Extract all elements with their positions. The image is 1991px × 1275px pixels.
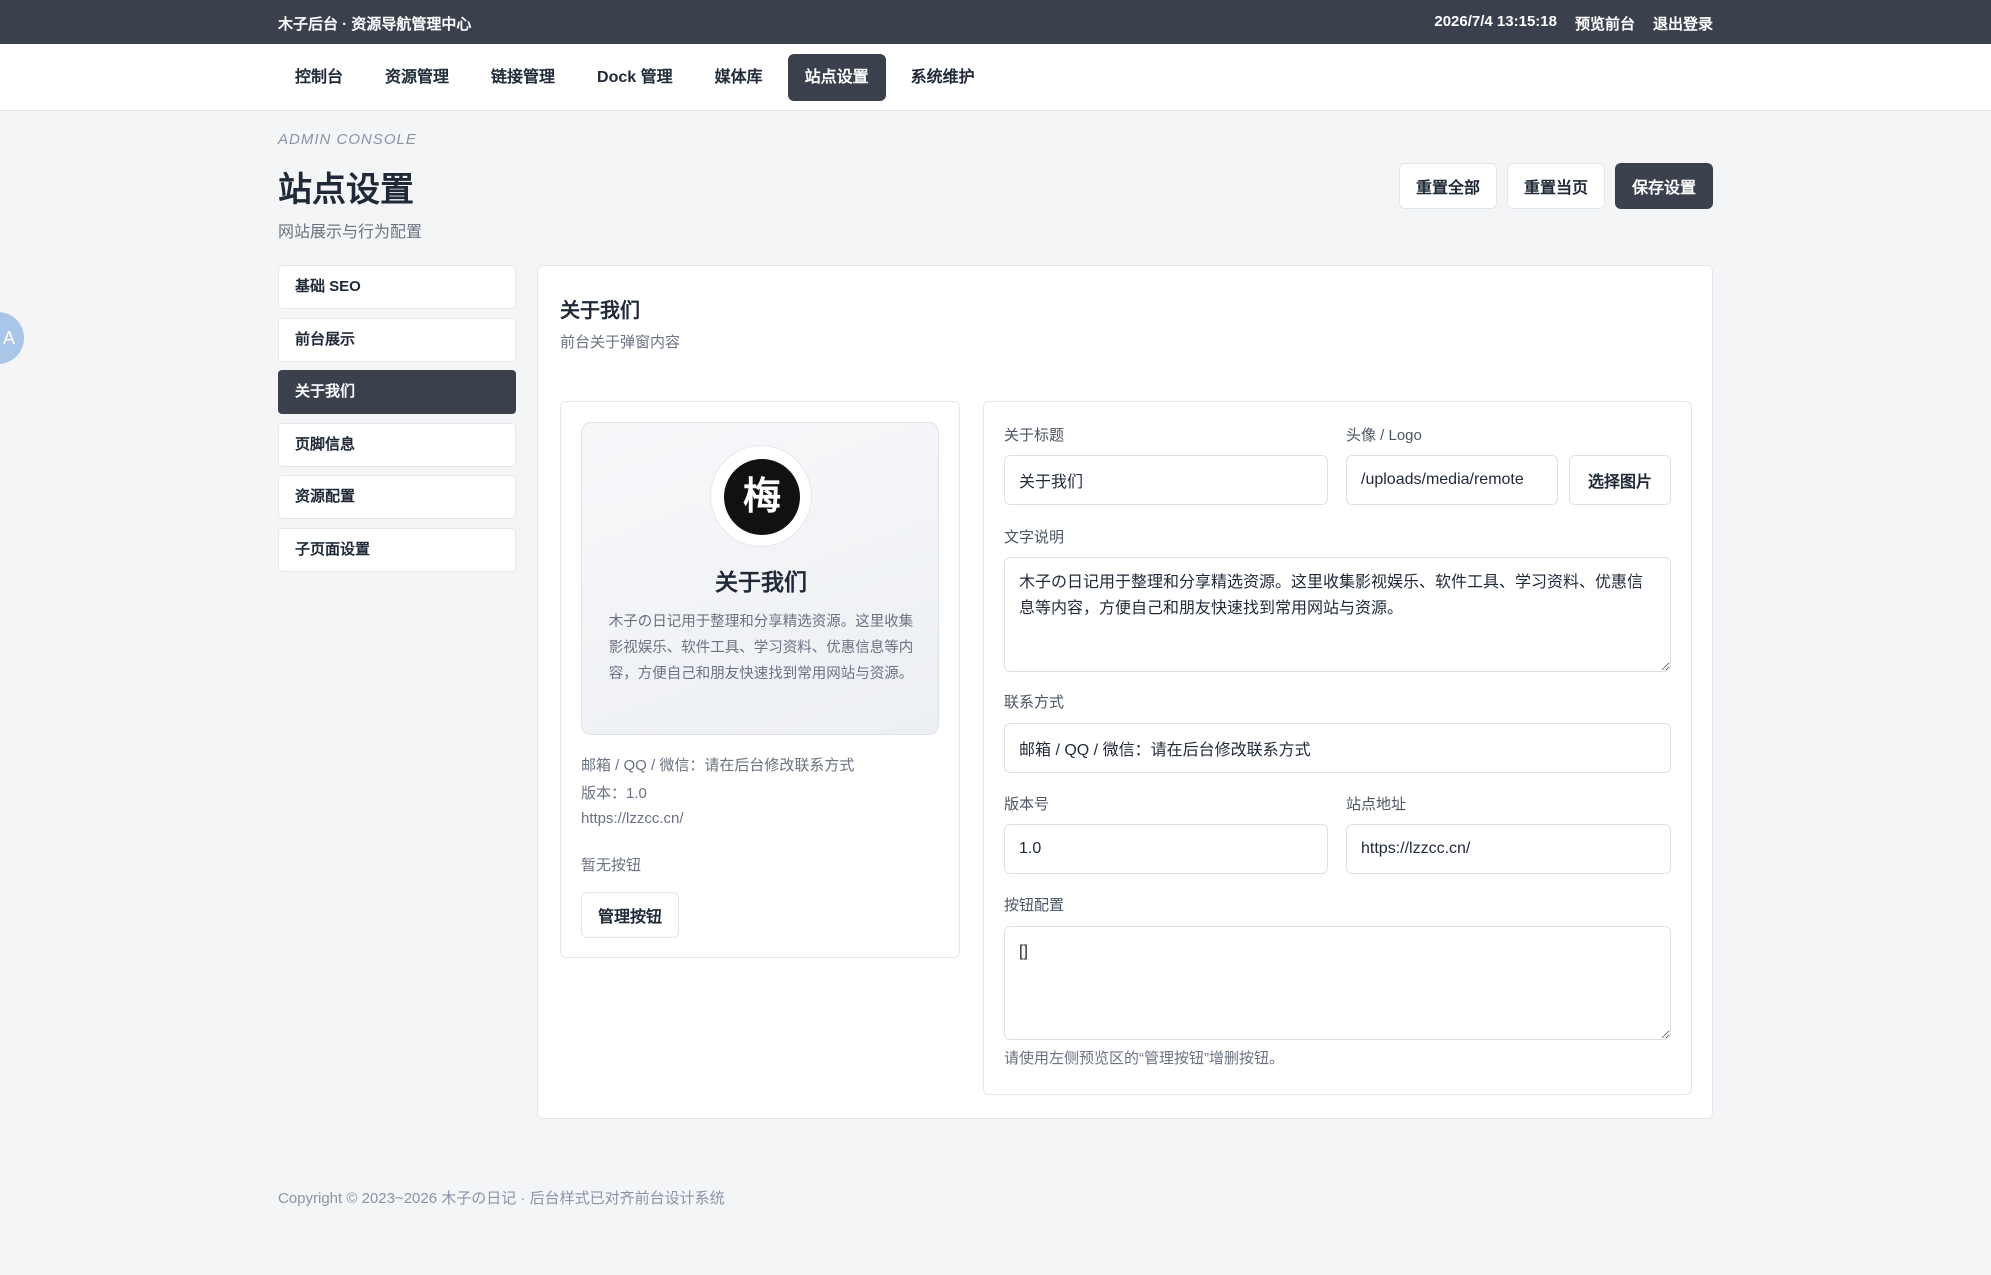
about-title-input[interactable] — [1004, 455, 1328, 505]
choose-image-button[interactable]: 选择图片 — [1569, 455, 1671, 505]
contact-input[interactable] — [1004, 723, 1671, 773]
settings-sidebar: 基础 SEO 前台展示 关于我们 页脚信息 资源配置 子页面设置 — [278, 265, 516, 580]
page-subtitle: 网站展示与行为配置 — [278, 224, 423, 241]
site-url-input[interactable] — [1346, 824, 1671, 874]
top-bar: 木子后台 · 资源导航管理中心 2026/7/4 13:15:18 预览前台 退… — [0, 0, 1991, 44]
tab-dashboard[interactable]: 控制台 — [278, 54, 360, 101]
tab-maintenance[interactable]: 系统维护 — [894, 54, 992, 101]
header-actions: 重置全部 重置当页 保存设置 — [1398, 163, 1713, 209]
logout-link[interactable]: 退出登录 — [1653, 13, 1713, 34]
button-config-hint: 请使用左侧预览区的“管理按钮”增删按钮。 — [1004, 1050, 1284, 1067]
about-preview-card: 梅 关于我们 木子の日记用于整理和分享精选资源。这里收集影视娱乐、软件工具、学习… — [560, 401, 960, 958]
preview-title: 关于我们 — [715, 569, 807, 595]
preview-url: https://lzzcc.cn/ — [581, 810, 684, 827]
tab-site-settings[interactable]: 站点设置 — [787, 54, 886, 101]
logo-icon: 梅 — [724, 459, 800, 535]
sidebar-item-frontend-display[interactable]: 前台展示 — [278, 317, 516, 362]
button-config-label: 按钮配置 — [1004, 897, 1065, 914]
text-description-label: 文字说明 — [1004, 529, 1065, 546]
about-form-card: 关于标题 头像 / Logo 选择图片 文字说明 木子の日记用于整理和分享精选资… — [983, 401, 1692, 1095]
app-brand: 木子后台 · 资源导航管理中心 — [278, 16, 472, 33]
save-settings-button[interactable]: 保存设置 — [1614, 163, 1713, 209]
tab-dock[interactable]: Dock 管理 — [580, 54, 690, 101]
reset-page-button[interactable]: 重置当页 — [1506, 163, 1605, 209]
site-url-label: 站点地址 — [1346, 796, 1407, 813]
panel-title: 关于我们 — [560, 300, 640, 322]
page-title: 站点设置 — [278, 171, 414, 209]
top-bar-right: 2026/7/4 13:15:18 预览前台 退出登录 — [1434, 13, 1713, 34]
manage-buttons-button[interactable]: 管理按钮 — [581, 892, 680, 938]
about-settings-panel: 关于我们 前台关于弹窗内容 梅 关于我们 木子の日记用于整理和分享精选资源。这里… — [537, 265, 1713, 1119]
button-config-textarea[interactable]: [] — [1004, 926, 1671, 1040]
preview-description: 木子の日记用于整理和分享精选资源。这里收集影视娱乐、软件工具、学习资料、优惠信息… — [608, 614, 914, 682]
version-input[interactable] — [1004, 824, 1328, 874]
sidebar-item-seo[interactable]: 基础 SEO — [278, 265, 516, 309]
about-preview-box: 梅 关于我们 木子の日记用于整理和分享精选资源。这里收集影视娱乐、软件工具、学习… — [581, 422, 939, 735]
contact-label: 联系方式 — [1004, 694, 1065, 711]
avatar: 梅 — [710, 445, 812, 547]
floating-language-button[interactable]: A — [0, 312, 24, 364]
sidebar-item-about[interactable]: 关于我们 — [278, 370, 516, 414]
page-eyebrow: ADMIN CONSOLE — [278, 131, 417, 148]
preview-frontend-link[interactable]: 预览前台 — [1575, 13, 1635, 34]
preview-contact: 邮箱 / QQ / 微信：请在后台修改联系方式 — [581, 757, 855, 774]
tab-media[interactable]: 媒体库 — [698, 54, 780, 101]
nav-tabs: 控制台 资源管理 链接管理 Dock 管理 媒体库 站点设置 系统维护 — [278, 54, 992, 101]
preview-version: 版本：1.0 — [581, 785, 647, 802]
tab-resources[interactable]: 资源管理 — [368, 54, 466, 101]
preview-no-buttons: 暂无按钮 — [581, 857, 642, 874]
footer-copyright: Copyright © 2023~2026 木子の日记 · 后台样式已对齐前台设… — [278, 1190, 725, 1207]
tab-links[interactable]: 链接管理 — [474, 54, 572, 101]
text-description-textarea[interactable]: 木子の日记用于整理和分享精选资源。这里收集影视娱乐、软件工具、学习资料、优惠信息… — [1004, 557, 1671, 672]
reset-all-button[interactable]: 重置全部 — [1398, 163, 1497, 209]
sidebar-item-resource-config[interactable]: 资源配置 — [278, 475, 516, 519]
avatar-label: 头像 / Logo — [1346, 427, 1422, 444]
sidebar-item-subpage-settings[interactable]: 子页面设置 — [278, 527, 516, 572]
panel-subtitle: 前台关于弹窗内容 — [560, 334, 681, 351]
version-label: 版本号 — [1004, 796, 1050, 813]
main-nav: 控制台 资源管理 链接管理 Dock 管理 媒体库 站点设置 系统维护 — [0, 44, 1991, 111]
current-datetime: 2026/7/4 13:15:18 — [1434, 13, 1557, 30]
sidebar-item-footer[interactable]: 页脚信息 — [278, 422, 516, 467]
avatar-path-input[interactable] — [1346, 455, 1558, 505]
about-title-label: 关于标题 — [1004, 427, 1065, 444]
